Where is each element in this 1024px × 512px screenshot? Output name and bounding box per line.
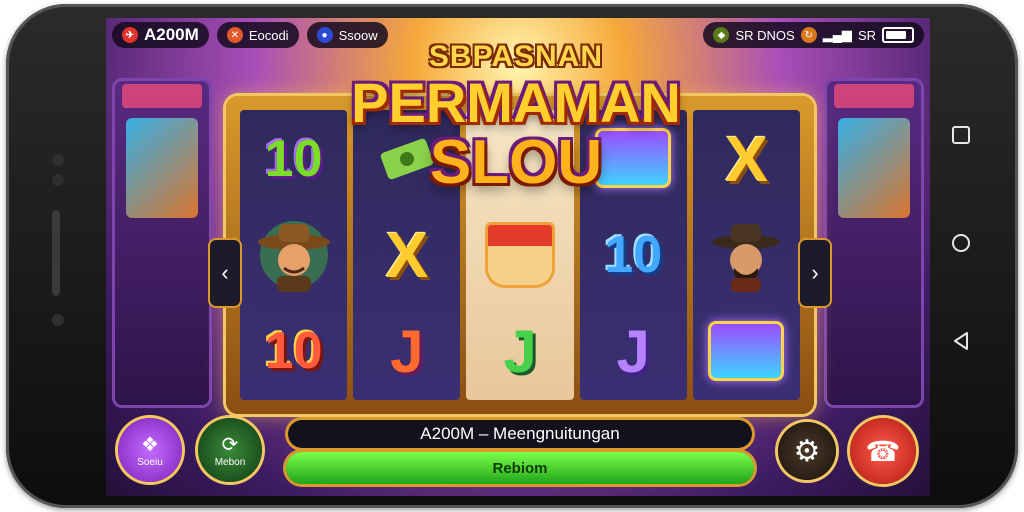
- reel-5: X: [692, 110, 801, 400]
- game-screen: ✈ A200M ✕ Eocodi ● Ssoow ◆ SR DNOS ↻ ▂▄▆…: [106, 18, 930, 496]
- home-icon[interactable]: [948, 230, 974, 256]
- speaker-grille: [52, 210, 60, 296]
- camera-sensor: [52, 314, 64, 326]
- next-arrow-button[interactable]: ›: [800, 240, 830, 306]
- settings-button[interactable]: ⚙: [778, 422, 836, 480]
- bowl-symbol-icon: [477, 214, 563, 296]
- battery-icon: [882, 27, 914, 43]
- telephone-icon: ☎: [865, 435, 901, 467]
- cowboy-symbol-icon: [255, 216, 333, 294]
- chevron-left-icon: ‹: [221, 260, 229, 285]
- symbol-j: J: [503, 317, 537, 385]
- autoplay-button[interactable]: ⟳ Mebon: [198, 418, 262, 482]
- wifi-icon: ◆: [713, 27, 730, 43]
- refresh-icon: ⟳: [221, 434, 239, 456]
- balance-pill[interactable]: ✈ A200M: [112, 22, 209, 48]
- coin-icon: ✈: [122, 27, 138, 43]
- signal-icon: ▂▄▆: [822, 27, 852, 42]
- game-logo: SBPASNAN PERMAMAN SLOU: [336, 40, 696, 198]
- symbol-j: J: [390, 317, 424, 385]
- chevron-right-icon: ›: [811, 260, 819, 285]
- logo-line-1: SBPASNAN: [428, 40, 604, 73]
- symbol-ten: 10: [264, 130, 323, 188]
- system-status: ◆ SR DNOS ↻ ▂▄▆ SR: [703, 22, 924, 48]
- bandit-symbol-icon: [707, 216, 785, 294]
- arcade-cabinet-right: [824, 78, 924, 408]
- chest-symbol-icon: [703, 310, 789, 392]
- symbol-ten: 10: [604, 225, 663, 284]
- win-message-bar: A200M – Meengnuitungan: [288, 420, 752, 448]
- logo-line-2: PERMAMAN: [351, 71, 681, 134]
- gear-icon: ⚙: [793, 434, 821, 468]
- spin-button[interactable]: Rebiom: [286, 452, 754, 484]
- camera-sensor: [52, 174, 64, 186]
- symbol-x: X: [725, 123, 768, 195]
- bonus-pill[interactable]: ✕ Eocodi: [216, 22, 299, 48]
- camera-sensor: [52, 154, 64, 166]
- diamond-icon: ❖: [141, 434, 159, 456]
- close-icon: ✕: [226, 27, 243, 43]
- globe-icon: ●: [316, 27, 333, 43]
- gift-button[interactable]: ❖ Soeiu: [118, 418, 182, 482]
- symbol-ten: 10: [264, 322, 323, 380]
- symbol-x: X: [385, 218, 429, 291]
- reel-1: 10 10: [240, 110, 348, 400]
- prev-arrow-button[interactable]: ‹: [210, 240, 240, 306]
- stop-button[interactable]: ☎: [850, 418, 916, 484]
- recent-apps-icon[interactable]: [948, 122, 974, 148]
- back-icon[interactable]: [948, 328, 974, 354]
- symbol-j: J: [616, 317, 650, 385]
- sync-icon: ↻: [800, 27, 817, 43]
- logo-line-3: SLOU: [429, 128, 603, 197]
- arcade-cabinet-left: [112, 78, 212, 408]
- phone-frame: ✈ A200M ✕ Eocodi ● Ssoow ◆ SR DNOS ↻ ▂▄▆…: [6, 4, 1018, 508]
